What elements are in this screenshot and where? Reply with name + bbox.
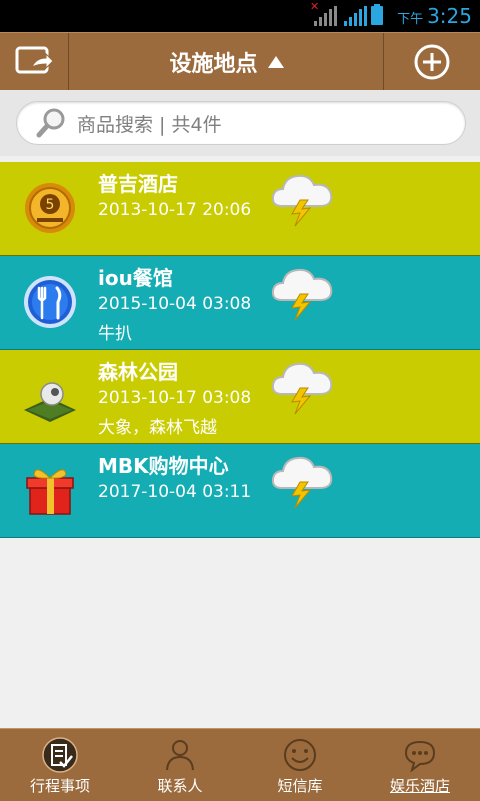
item-note: 牛扒 [98,324,132,344]
checklist-icon [42,737,78,773]
thunderstorm-icon [271,456,333,509]
tab-label: 行程事项 [29,777,90,795]
gift-box-icon [26,469,74,515]
svg-text:5: 5 [46,197,55,213]
chat-bubble-icon [404,740,436,773]
status-bar: ✕ 下午 3:25 [0,0,480,32]
search-input[interactable]: 商品搜索 | 共4件 [16,101,466,145]
list-item[interactable]: 森林公园 2013-10-17 03:08 大象，森林飞越 [0,350,480,444]
status-clock: 3:25 [427,4,472,28]
item-name: 森林公园 [98,360,178,384]
plus-circle-icon [414,44,450,79]
list-item[interactable]: iou餐馆 2015-10-04 03:08 牛扒 [0,256,480,350]
item-date: 2015-10-04 03:08 [98,294,252,314]
list-item[interactable]: 5 普吉酒店 2013-10-17 20:06 [0,162,480,256]
item-date: 2013-10-17 03:08 [98,388,252,408]
status-ampm: 下午 [397,12,424,27]
item-note: 大象，森林飞越 [98,418,217,438]
battery-icon [371,4,383,25]
tab-entertainment-hotels[interactable]: 娱乐酒店 [360,729,480,801]
signal-icon [314,6,337,26]
item-date: 2017-10-04 03:11 [98,482,252,502]
search-placeholder: 商品搜索 | 共4件 [77,113,222,136]
tab-label: 联系人 [157,777,203,795]
bottom-tab-bar: 行程事项 联系人 短信库 娱乐酒店 [0,728,480,801]
person-icon [166,740,194,771]
vip-coin-icon: 5 [25,183,75,233]
add-button[interactable] [383,33,480,90]
thunderstorm-icon [271,174,333,227]
search-bar: 商品搜索 | 共4件 [0,90,480,156]
item-name: iou餐馆 [98,266,173,290]
tab-contacts[interactable]: 联系人 [120,729,240,801]
tab-itinerary[interactable]: 行程事项 [0,729,120,801]
item-name: MBK购物中心 [98,454,229,478]
location-selector[interactable]: 设施地点 [70,33,383,90]
tab-label: 娱乐酒店 [389,777,450,795]
tab-sms-library[interactable]: 短信库 [240,729,360,801]
share-icon [15,46,54,73]
cell-signal-icon [344,6,367,26]
share-button[interactable] [0,33,69,90]
caret-up-icon [267,55,284,68]
tab-label: 短信库 [277,777,323,795]
cutlery-icon [24,276,76,328]
app-header: 设施地点 [0,32,480,91]
status-time: 下午 3:25 [397,4,472,28]
list-item[interactable]: MBK购物中心 2017-10-04 03:11 [0,444,480,538]
facility-list: 5 普吉酒店 2013-10-17 20:06 iou餐馆 2015-10-04… [0,162,480,538]
smiley-icon [284,739,316,771]
item-date: 2013-10-17 20:06 [98,200,252,220]
page-title: 设施地点 [169,51,258,77]
search-icon [35,107,67,139]
thunderstorm-icon [271,268,333,321]
item-name: 普吉酒店 [98,172,178,196]
golf-ball-icon [24,382,76,422]
thunderstorm-icon [271,362,333,415]
